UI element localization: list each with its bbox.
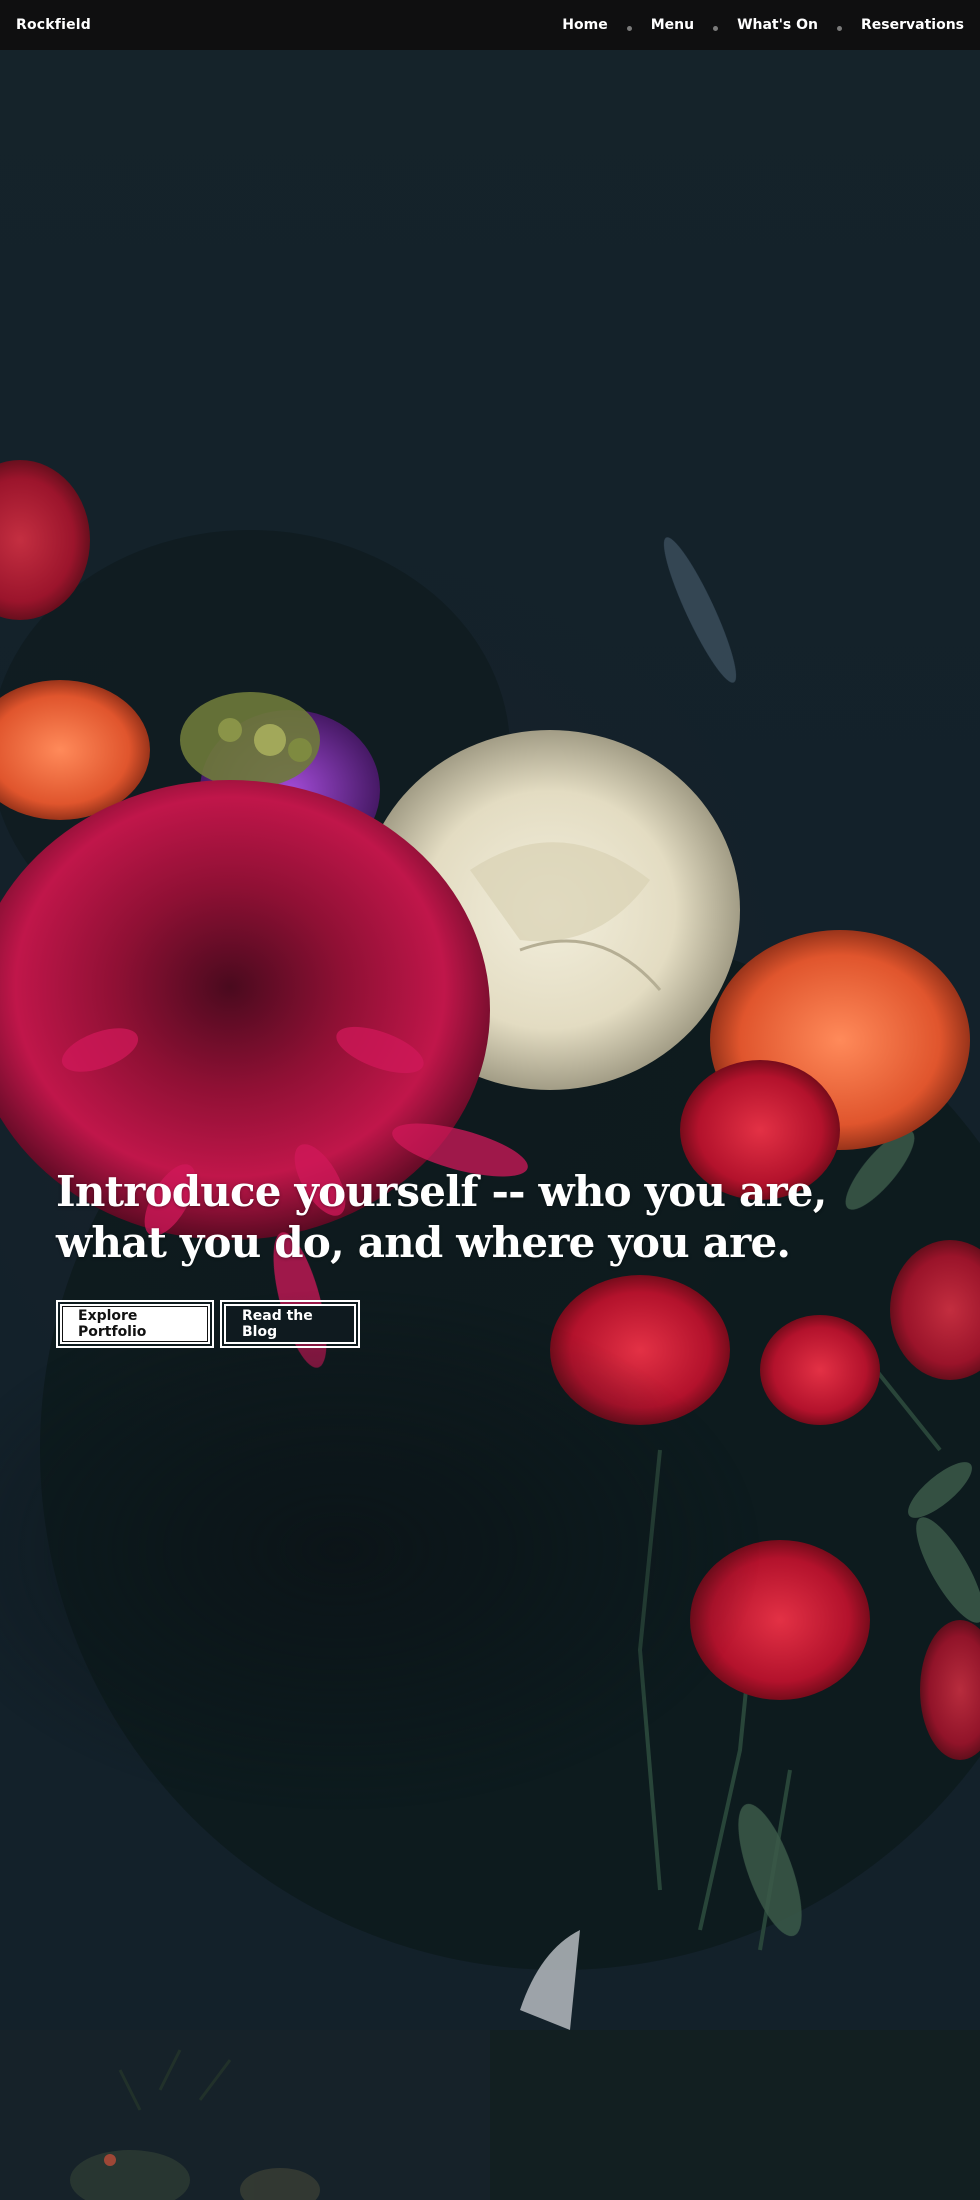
- nav-item-reservations[interactable]: Reservations: [861, 17, 964, 33]
- explore-portfolio-button[interactable]: Explore Portfolio: [56, 1300, 214, 1348]
- nav-separator-dot: [713, 25, 719, 31]
- main-nav: Home Menu What's On Reservations: [562, 17, 964, 33]
- nav-item-home[interactable]: Home: [562, 17, 607, 33]
- hero-content: Introduce yourself -- who you are, what …: [56, 1166, 916, 1348]
- nav-item-menu[interactable]: Menu: [651, 17, 694, 33]
- read-blog-button[interactable]: Read the Blog: [220, 1300, 360, 1348]
- site-logo[interactable]: Rockfield: [16, 17, 91, 33]
- bottom-right-panel: [490, 2030, 980, 2200]
- bottom-left-image-panel: [0, 2030, 490, 2200]
- nav-separator-dot: [626, 25, 632, 31]
- hero-headline: Introduce yourself -- who you are, what …: [56, 1167, 827, 1267]
- top-navigation-bar: Rockfield Home Menu What's On Reservatio…: [0, 0, 980, 50]
- nav-separator-dot: [837, 25, 842, 31]
- hero-section: Introduce yourself -- who you are, what …: [0, 50, 980, 2030]
- flower-bouquet-image: [0, 460, 980, 2030]
- plant-image: [70, 2049, 320, 2200]
- nav-item-whats-on[interactable]: What's On: [737, 17, 818, 33]
- hero-buttons: Explore Portfolio Read the Blog: [56, 1300, 916, 1348]
